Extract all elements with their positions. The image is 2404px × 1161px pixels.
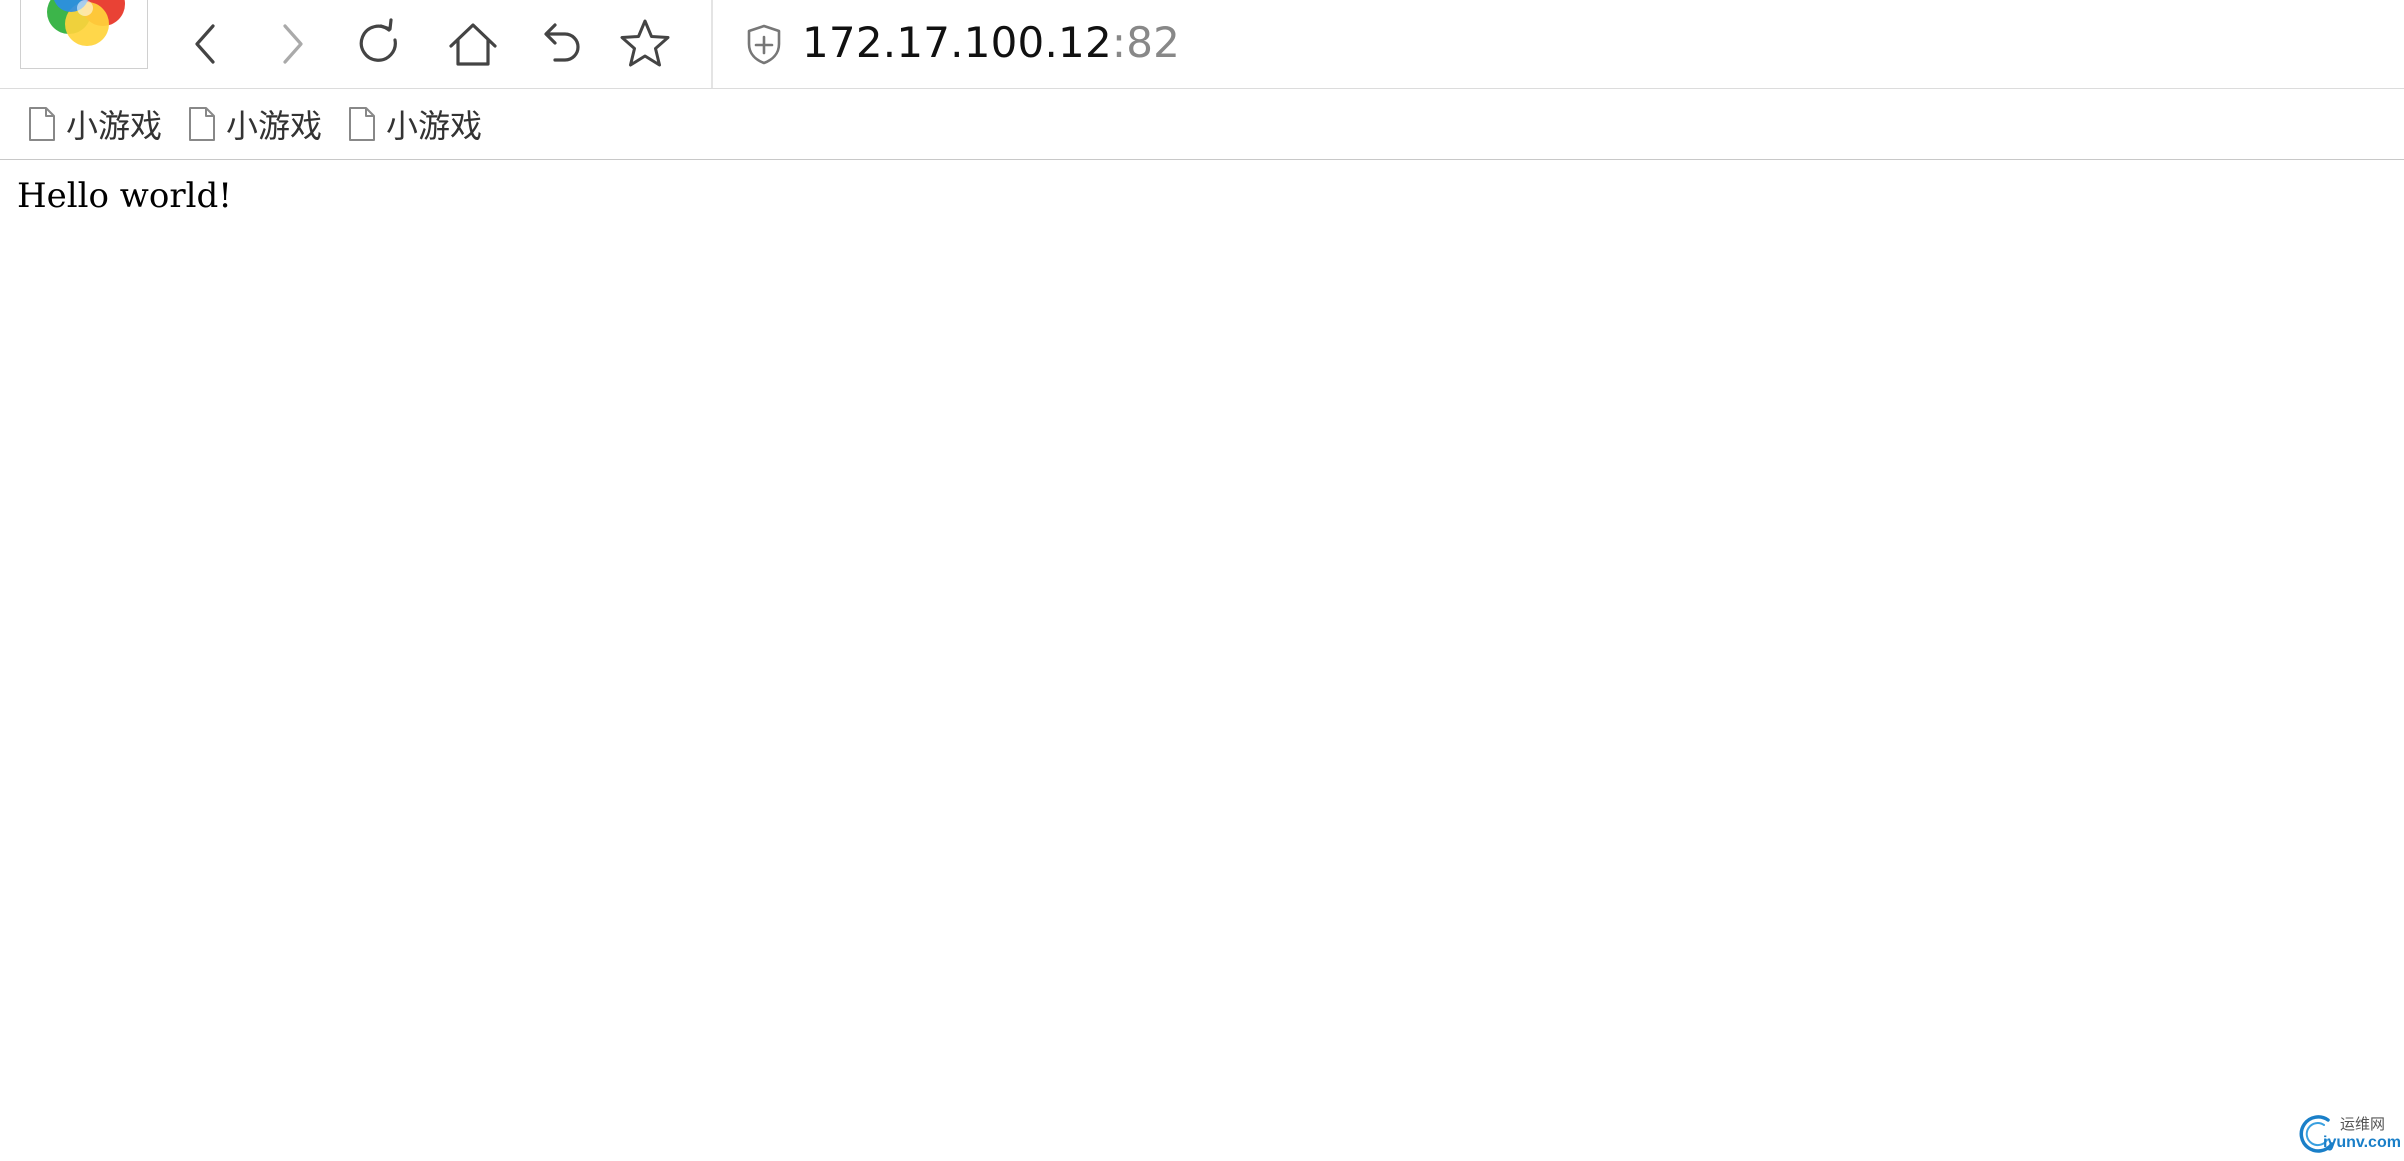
star-icon <box>620 19 670 67</box>
bookmarks-bar: 小游戏 小游戏 小游戏 <box>0 89 2404 160</box>
site-watermark: 运维网 iyunv.com <box>2298 1112 2401 1156</box>
refresh-icon <box>359 18 397 62</box>
watermark-en: iyunv.com <box>2323 1134 2401 1151</box>
page-icon <box>349 107 375 141</box>
toolbar-separator <box>711 0 713 88</box>
bookmark-item[interactable]: 小游戏 <box>27 101 162 147</box>
page-icon <box>189 107 215 141</box>
page-body-text: Hello world! <box>17 176 232 216</box>
undo-icon <box>544 23 580 62</box>
chevron-right-icon <box>283 24 303 64</box>
home-icon <box>449 23 497 66</box>
bookmark-label: 小游戏 <box>386 107 483 145</box>
page-icon <box>29 107 55 141</box>
address-port: :82 <box>1111 18 1181 67</box>
address-host: 172.17.100.12 <box>802 18 1112 67</box>
bookmark-label: 小游戏 <box>226 107 323 145</box>
bookmark-item[interactable]: 小游戏 <box>187 101 322 147</box>
reload-button[interactable] <box>346 11 412 77</box>
bookmark-label: 小游戏 <box>66 107 163 145</box>
forward-button[interactable] <box>258 11 324 77</box>
chevron-left-icon <box>195 24 215 64</box>
browser-logo-icon[interactable] <box>20 0 148 69</box>
home-button[interactable] <box>440 11 506 77</box>
favorite-button[interactable] <box>612 11 678 77</box>
shield-plus-icon[interactable] <box>742 22 786 66</box>
bookmark-item[interactable]: 小游戏 <box>347 101 482 147</box>
undo-button[interactable] <box>528 11 594 77</box>
browser-toolbar: 172.17.100.12:82 <box>0 0 2404 89</box>
watermark-cn: 运维网 <box>2340 1115 2386 1133</box>
address-bar[interactable]: 172.17.100.12:82 <box>802 14 1180 72</box>
back-button[interactable] <box>174 11 240 77</box>
